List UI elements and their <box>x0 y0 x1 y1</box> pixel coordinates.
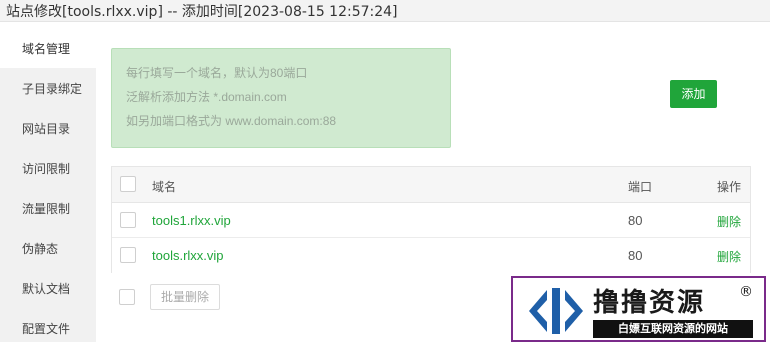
domain-link[interactable]: tools1.rlxx.vip <box>152 213 231 228</box>
watermark-banner: 撸撸资源 ® 白嫖互联网资源的网站 <box>511 276 766 342</box>
sidebar-item-default-document[interactable]: 默认文档 <box>0 268 96 308</box>
column-header-port: 端口 <box>628 180 653 194</box>
port-value: 80 <box>628 248 643 263</box>
sidebar-item-domain-management[interactable]: 域名管理 <box>0 28 96 68</box>
sidebar-item-label: 流量限制 <box>22 202 71 216</box>
sidebar-item-subdirectory-binding[interactable]: 子目录绑定 <box>0 68 96 108</box>
domain-input-textarea[interactable]: 每行填写一个域名，默认为80端口 泛解析添加方法 *.domain.com 如另… <box>111 48 451 148</box>
sidebar-item-pseudo-static[interactable]: 伪静态 <box>0 228 96 268</box>
hint-line: 如另加端口格式为 www.domain.com:88 <box>126 114 337 128</box>
window-title: 站点修改[tools.rlxx.vip] -- 添加时间[2023-08-15 … <box>6 4 398 20</box>
column-header-domain: 域名 <box>152 180 177 194</box>
table-row: tools1.rlxx.vip 80 删除 <box>112 203 750 238</box>
registered-mark: ® <box>739 284 753 300</box>
sidebar-item-label: 访问限制 <box>22 162 71 176</box>
watermark-title: 撸撸资源 <box>593 288 706 318</box>
domain-table: 域名 端口 操作 tools1.rlxx.vip 80 删除 tools.rlx… <box>111 166 751 273</box>
select-all-checkbox[interactable] <box>120 176 136 192</box>
table-row: tools.rlxx.vip 80 删除 <box>112 238 750 273</box>
sidebar: 域名管理 子目录绑定 网站目录 访问限制 流量限制 伪静态 默认文档 配置文件 <box>0 28 96 342</box>
hint-line: 每行填写一个域名，默认为80端口 <box>126 66 308 80</box>
delete-link[interactable]: 删除 <box>717 213 741 230</box>
column-header-action: 操作 <box>717 180 742 194</box>
delete-link[interactable]: 删除 <box>717 248 741 265</box>
bottom-select-all-checkbox[interactable] <box>119 289 135 305</box>
sidebar-item-traffic-limit[interactable]: 流量限制 <box>0 188 96 228</box>
sidebar-item-label: 伪静态 <box>22 242 59 256</box>
sidebar-item-label: 配置文件 <box>22 322 71 336</box>
hint-line: 泛解析添加方法 *.domain.com <box>126 90 287 104</box>
sidebar-item-site-directory[interactable]: 网站目录 <box>0 108 96 148</box>
row-checkbox[interactable] <box>120 247 136 263</box>
watermark-subtitle: 白嫖互联网资源的网站 <box>593 320 753 338</box>
row-checkbox[interactable] <box>120 212 136 228</box>
sidebar-item-label: 域名管理 <box>22 42 71 56</box>
domain-link[interactable]: tools.rlxx.vip <box>152 248 224 263</box>
sidebar-item-access-limit[interactable]: 访问限制 <box>0 148 96 188</box>
window-titlebar: 站点修改[tools.rlxx.vip] -- 添加时间[2023-08-15 … <box>0 0 770 22</box>
sidebar-item-label: 网站目录 <box>22 122 71 136</box>
sidebar-item-label: 默认文档 <box>22 282 71 296</box>
watermark-logo-icon <box>529 288 583 334</box>
add-domain-button[interactable]: 添加 <box>670 80 717 108</box>
sidebar-item-config-file[interactable]: 配置文件 <box>0 308 96 342</box>
table-header: 域名 端口 操作 <box>112 167 750 203</box>
port-value: 80 <box>628 213 643 228</box>
batch-delete-button[interactable]: 批量删除 <box>150 284 220 310</box>
sidebar-item-label: 子目录绑定 <box>22 82 83 96</box>
